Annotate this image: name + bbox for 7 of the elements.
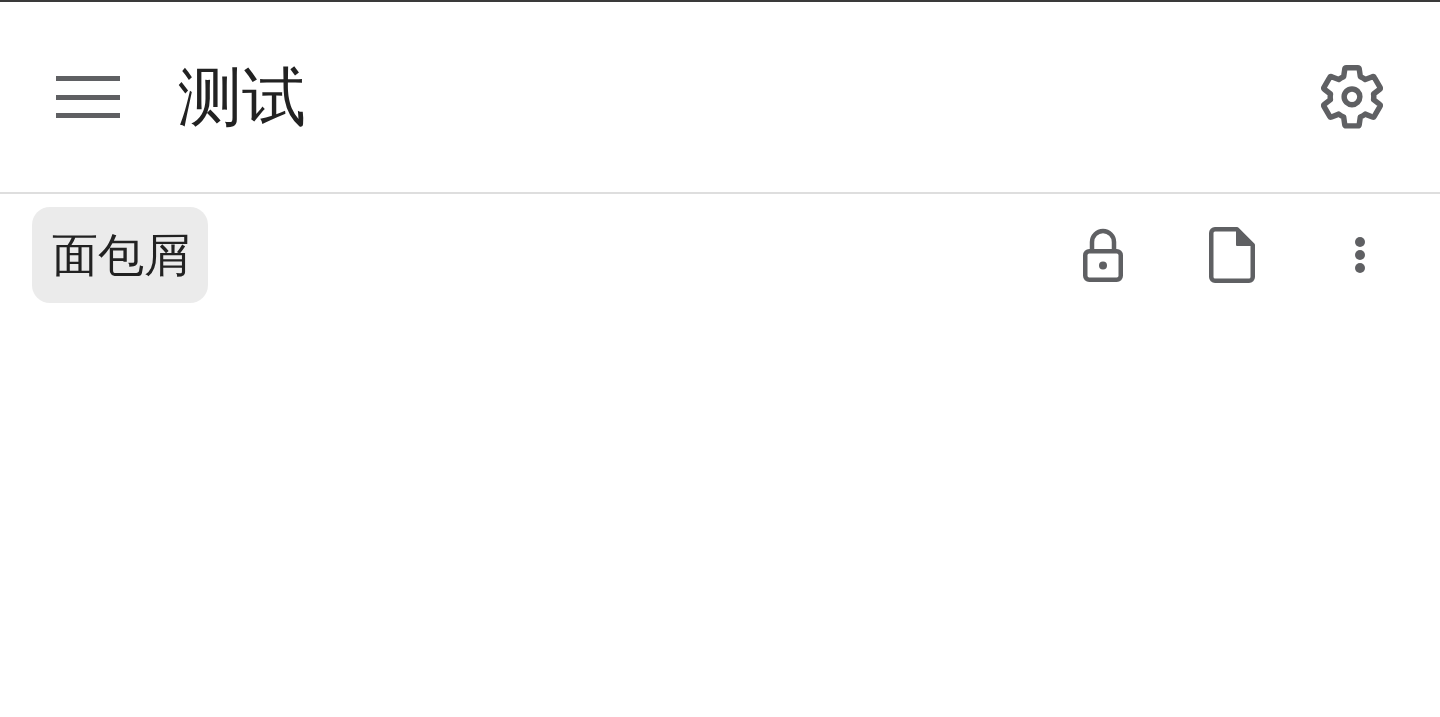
menu-icon[interactable] (56, 76, 120, 118)
lock-icon[interactable] (1083, 228, 1123, 282)
file-icon[interactable] (1209, 227, 1255, 283)
app-title: 测试 (178, 65, 306, 129)
breadcrumb-chip[interactable]: 面包屑 (32, 207, 208, 303)
more-options-icon[interactable] (1353, 236, 1367, 274)
settings-icon[interactable] (1321, 65, 1383, 129)
